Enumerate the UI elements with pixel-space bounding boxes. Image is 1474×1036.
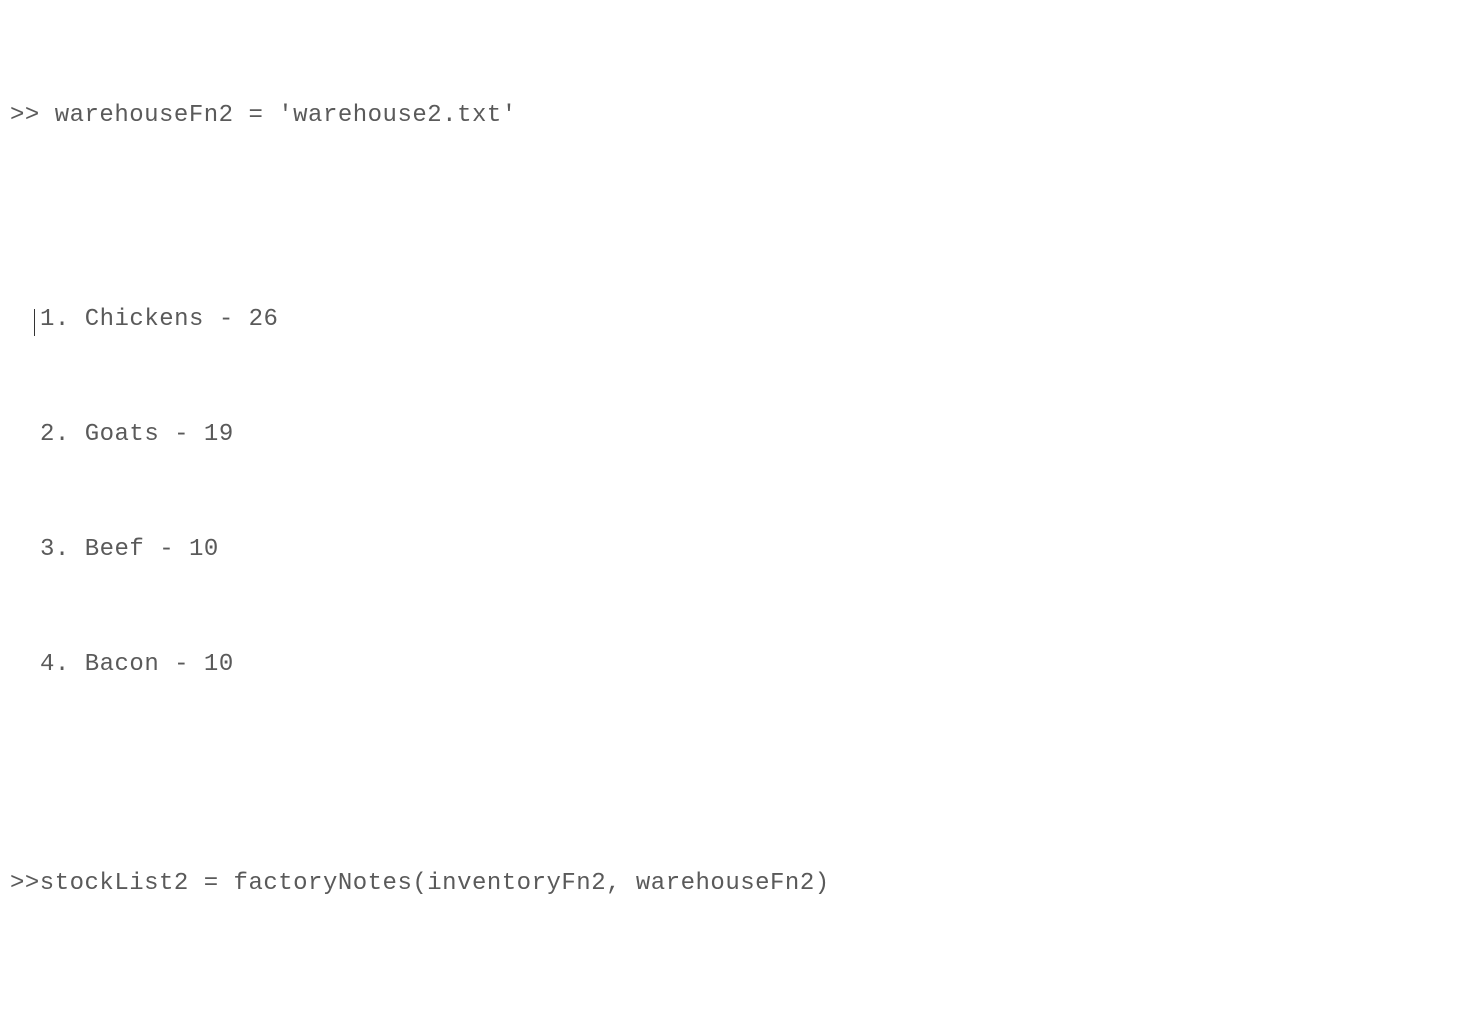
text-cursor-icon xyxy=(34,309,35,335)
console-line-item-1: 1. Chickens - 26 xyxy=(10,301,1464,339)
console-line-item-2: 2. Goats - 19 xyxy=(10,416,1464,454)
code-console[interactable]: >> warehouseFn2 = 'warehouse2.txt' 1. Ch… xyxy=(0,0,1474,1036)
console-line-item-4: 4. Bacon - 10 xyxy=(10,646,1464,684)
item1-num: 1 xyxy=(40,306,55,333)
console-line-call: >>stockList2 = factoryNotes(inventoryFn2… xyxy=(10,865,1464,903)
console-line-item-3: 3. Beef - 10 xyxy=(10,531,1464,569)
console-line-assign: >> warehouseFn2 = 'warehouse2.txt' xyxy=(10,97,1464,135)
item1-rest: . Chickens - 26 xyxy=(55,306,279,333)
